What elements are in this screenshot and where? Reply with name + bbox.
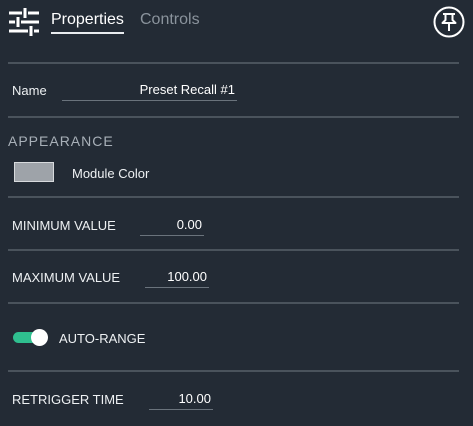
divider [8,62,459,64]
name-label: Name [12,83,47,98]
pin-button[interactable] [433,6,465,38]
auto-range-toggle-knob[interactable] [31,329,48,346]
maximum-value-underline [145,287,209,288]
appearance-section-title: APPEARANCE [8,133,114,149]
name-input[interactable]: Preset Recall #1 [62,82,235,97]
divider [8,249,459,251]
divider [8,370,459,372]
retrigger-time-underline [149,409,213,410]
minimum-value-underline [140,235,204,236]
tab-controls[interactable]: Controls [140,11,200,29]
tab-properties[interactable]: Properties [51,11,124,29]
active-tab-indicator [51,32,124,34]
sliders-icon[interactable] [8,6,40,36]
auto-range-label: AUTO-RANGE [59,331,146,346]
retrigger-time-input[interactable]: 10.00 [149,391,211,406]
divider [8,116,459,118]
minimum-value-label: MINIMUM VALUE [12,218,116,233]
retrigger-time-label: RETRIGGER TIME [12,392,124,407]
minimum-value-input[interactable]: 0.00 [140,217,202,232]
pin-icon [433,6,465,38]
divider [8,302,459,304]
module-color-swatch[interactable] [14,162,54,182]
module-color-label: Module Color [72,166,150,181]
divider [8,196,459,198]
name-input-underline [62,100,237,101]
maximum-value-input[interactable]: 100.00 [145,269,207,284]
maximum-value-label: MAXIMUM VALUE [12,270,121,285]
